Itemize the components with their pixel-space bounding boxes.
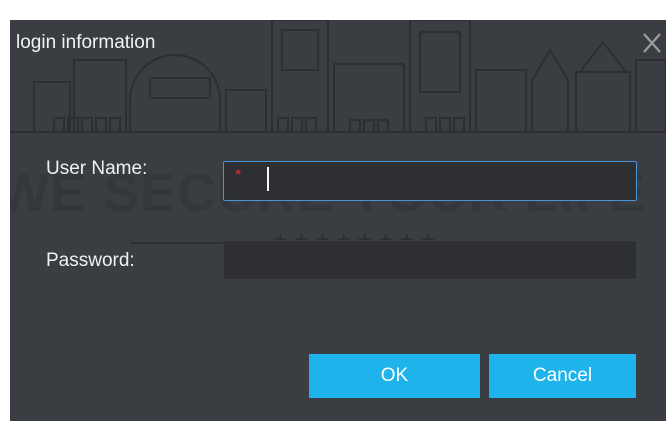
cancel-button[interactable]: Cancel: [489, 354, 636, 398]
username-label: User Name:: [46, 158, 148, 179]
password-label: Password:: [46, 250, 135, 271]
close-icon: [643, 33, 661, 53]
dialog-titlebar: login information: [10, 20, 666, 72]
required-mark: *: [235, 167, 242, 184]
dialog-title: login information: [16, 32, 156, 53]
ok-button[interactable]: OK: [309, 354, 480, 398]
password-input[interactable]: [223, 240, 637, 280]
login-dialog: WE SECURE YOUR LIFE ★★★★★★★★ login infor…: [10, 20, 666, 421]
text-cursor: [267, 167, 269, 191]
username-input[interactable]: [223, 161, 637, 201]
close-button[interactable]: [638, 28, 666, 60]
